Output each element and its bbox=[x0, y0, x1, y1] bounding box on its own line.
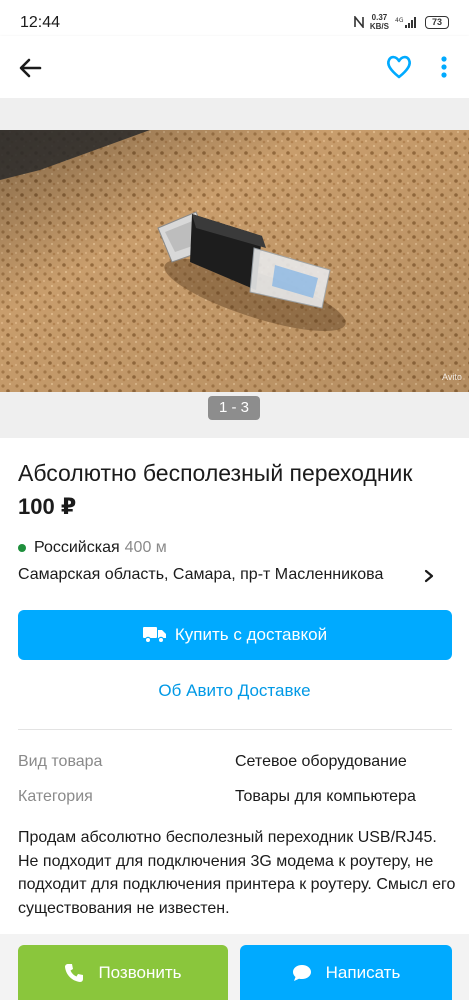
arrow-left-icon bbox=[19, 58, 42, 78]
param-label: Вид товара bbox=[18, 753, 103, 770]
buy-button-label: Купить с доставкой bbox=[174, 625, 328, 644]
svg-text:Avito: Avito bbox=[442, 372, 462, 382]
listing-price: 100 ₽ bbox=[18, 494, 77, 519]
param-value: Товары для компьютера bbox=[235, 788, 416, 805]
battery-indicator: 73 bbox=[425, 15, 449, 29]
network-speed: 0.37 KB/S bbox=[369, 13, 389, 31]
status-icons: 0.37 KB/S 4G 73 bbox=[354, 13, 449, 31]
param-label: Категория bbox=[18, 788, 93, 805]
heart-outline-icon bbox=[387, 55, 411, 79]
status-time: 12:44 bbox=[20, 14, 61, 31]
svg-text:4G: 4G bbox=[395, 17, 404, 24]
app-bar bbox=[0, 36, 469, 98]
listing-description: Продам абсолютно бесполезный переходник … bbox=[18, 829, 456, 917]
more-options-button[interactable] bbox=[432, 52, 456, 82]
signal-icon: 4G bbox=[395, 16, 416, 28]
product-photo[interactable]: Avito bbox=[0, 130, 469, 392]
write-message-button[interactable]: Написать bbox=[240, 945, 452, 1000]
nfc-icon bbox=[354, 16, 364, 28]
chevron-right-icon[interactable] bbox=[422, 566, 436, 586]
photo-gallery[interactable]: Avito 1 - 3 bbox=[0, 98, 469, 438]
listing-title: Абсолютно бесполезный переходник bbox=[18, 460, 413, 486]
metro-station-name: Российская bbox=[34, 539, 120, 556]
address-link[interactable]: Самарская область, Самара, пр-т Масленни… bbox=[18, 566, 438, 584]
chat-bubble-icon bbox=[292, 964, 311, 981]
metro-station: Российская 400 м bbox=[18, 539, 167, 557]
favorite-button[interactable] bbox=[384, 52, 414, 82]
delivery-info-link[interactable]: Об Авито Доставке bbox=[0, 681, 469, 701]
param-value: Сетевое оборудование bbox=[235, 753, 407, 770]
gallery-counter: 1 - 3 bbox=[208, 396, 260, 420]
call-button-label: Позвонить bbox=[98, 962, 182, 982]
buy-with-delivery-button[interactable]: Купить с доставкой bbox=[18, 610, 452, 660]
phone-icon bbox=[65, 963, 84, 982]
metro-line-dot bbox=[18, 544, 26, 552]
more-vertical-icon bbox=[441, 56, 447, 78]
truck-icon bbox=[142, 627, 166, 644]
write-button-label: Написать bbox=[325, 962, 401, 982]
back-button[interactable] bbox=[14, 52, 46, 84]
divider bbox=[18, 729, 452, 730]
bottom-action-bar: Позвонить Написать bbox=[0, 934, 469, 1000]
call-button[interactable]: Позвонить bbox=[18, 945, 228, 1000]
metro-distance: 400 м bbox=[124, 539, 167, 556]
